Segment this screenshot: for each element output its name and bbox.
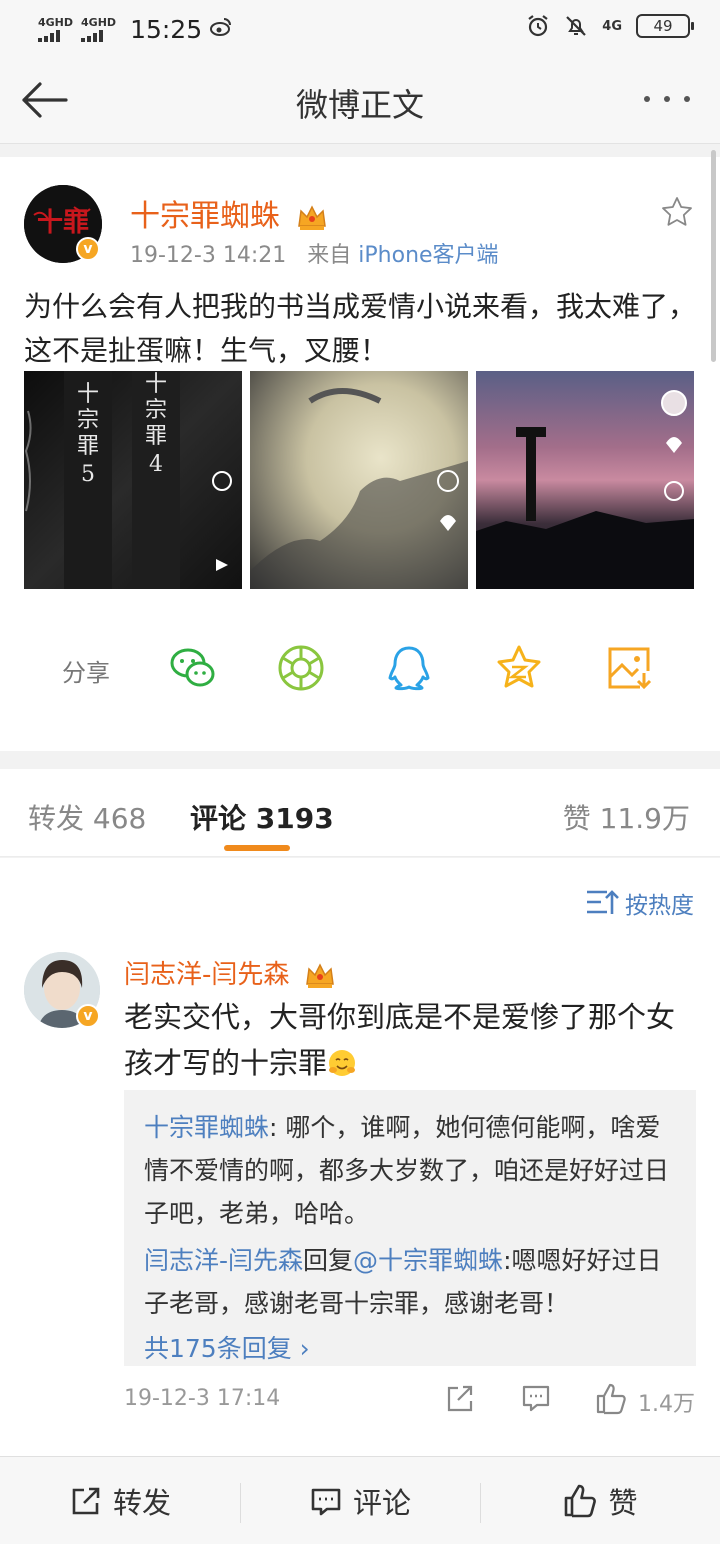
post-image-grid: 十 宗 罪 5 十 宗 罪 4 bbox=[24, 371, 694, 589]
post-image-2[interactable] bbox=[250, 371, 468, 589]
hug-emoji-icon bbox=[329, 1050, 356, 1076]
svg-text:十: 十 bbox=[145, 372, 167, 397]
bottom-action-bar: 转发 评论 赞 bbox=[0, 1456, 720, 1544]
repost-icon bbox=[72, 1487, 100, 1515]
weibo-post-card: 十罪 v 十宗罪蜘蛛 19-12-3 14:21 来自 iPhone客户端 为什… bbox=[0, 157, 720, 751]
svg-text:十罪: 十罪 bbox=[37, 208, 89, 238]
mute-icon bbox=[566, 16, 587, 36]
network-4g-indicator: 4G bbox=[602, 18, 622, 34]
svg-text:罪: 罪 bbox=[77, 434, 99, 459]
post-image-3[interactable] bbox=[476, 371, 694, 589]
battery-indicator: 49 bbox=[636, 14, 694, 38]
svg-text:5: 5 bbox=[81, 462, 95, 487]
author-name[interactable]: 十宗罪蜘蛛 bbox=[130, 191, 328, 235]
weibo-notification-icon bbox=[210, 17, 232, 42]
reply-item: 闫志洋-闫先森回复@十宗罪蜘蛛:嗯嗯好好过日子老哥，感谢老哥十宗罪，感谢老哥！ bbox=[144, 1246, 662, 1318]
top-navigation-bar: 微博正文 bbox=[0, 58, 720, 144]
commenter-verified-badge-icon: v bbox=[76, 1004, 100, 1028]
tab-reposts[interactable]: 转发 468 bbox=[28, 797, 146, 837]
wechat-icon[interactable] bbox=[168, 643, 218, 693]
repost-button[interactable]: 转发 bbox=[0, 1457, 240, 1544]
post-source[interactable]: iPhone客户端 bbox=[358, 243, 498, 268]
comment-date: 19-12-3 17:14 bbox=[124, 1386, 281, 1411]
comment-like-icon[interactable] bbox=[594, 1382, 628, 1416]
active-tab-indicator bbox=[224, 845, 290, 851]
comment-list: 按热度 v 闫志洋-闫先森 老实交代，大哥你到底是不是爱惨了那个女孩才写的十宗罪… bbox=[0, 858, 720, 1456]
clock: 15:25 bbox=[130, 14, 203, 44]
reply-preview-box[interactable]: 十宗罪蜘蛛: 哪个，谁啊，她何德何能啊，啥爱情不爱情的啊，都多大岁数了，咱还是好… bbox=[124, 1090, 696, 1366]
comment-text: 老实交代，大哥你到底是不是爱惨了那个女孩才写的十宗罪 bbox=[124, 1000, 676, 1080]
reply-mention[interactable]: @十宗罪蜘蛛 bbox=[353, 1246, 503, 1275]
scrollbar[interactable] bbox=[711, 150, 716, 362]
reply-author[interactable]: 十宗罪蜘蛛 bbox=[144, 1113, 269, 1142]
sort-by-hot-button[interactable]: 按热度 bbox=[585, 886, 694, 920]
svg-text:十: 十 bbox=[77, 382, 99, 407]
comment-reply-icon[interactable] bbox=[520, 1382, 552, 1414]
like-button[interactable]: 赞 bbox=[480, 1457, 720, 1544]
svg-text:罪: 罪 bbox=[145, 424, 167, 449]
post-interaction-tabs: 转发 468 评论 3193 赞 11.9万 bbox=[0, 769, 720, 857]
verified-badge-icon: v bbox=[76, 237, 100, 261]
comment-icon bbox=[311, 1488, 341, 1516]
vip-crown-icon bbox=[297, 204, 326, 230]
page-title: 微博正文 bbox=[295, 86, 424, 124]
favorite-star-icon[interactable] bbox=[660, 195, 694, 229]
post-content: 为什么会有人把我的书当成爱情小说来看，我太难了，这不是扯蛋嘛！生气，叉腰！ bbox=[24, 290, 697, 367]
commenter-name[interactable]: 闫志洋-闫先森 bbox=[124, 954, 336, 991]
tab-likes[interactable]: 赞 11.9万 bbox=[563, 797, 690, 837]
status-bar: 4GHD 4GHD 15:25 4G 49 bbox=[0, 0, 720, 58]
svg-text:宗: 宗 bbox=[145, 398, 167, 423]
source-prefix: 来自 bbox=[307, 243, 352, 268]
post-image-1[interactable]: 十 宗 罪 5 十 宗 罪 4 bbox=[24, 371, 242, 589]
tab-comments[interactable]: 评论 3193 bbox=[190, 797, 334, 837]
svg-text:4: 4 bbox=[149, 452, 163, 477]
repost-label: 转发 bbox=[112, 1486, 171, 1520]
sort-icon bbox=[587, 890, 619, 914]
more-options-icon[interactable] bbox=[644, 96, 690, 102]
post-date: 19-12-3 14:21 bbox=[130, 243, 287, 268]
comment-button[interactable]: 评论 bbox=[240, 1457, 480, 1544]
share-row: 分享 bbox=[0, 627, 720, 707]
moments-icon[interactable] bbox=[276, 643, 326, 693]
signal-indicator-1: 4GHD bbox=[38, 17, 73, 42]
comment-repost-icon[interactable] bbox=[444, 1382, 476, 1414]
qq-icon[interactable] bbox=[384, 643, 434, 693]
alarm-icon bbox=[528, 15, 548, 37]
like-label: 赞 bbox=[608, 1486, 638, 1520]
comment-label: 评论 bbox=[352, 1486, 411, 1520]
comment-like-count: 1.4万 bbox=[638, 1392, 695, 1417]
save-image-icon[interactable] bbox=[604, 643, 654, 693]
signal-indicator-2: 4GHD bbox=[81, 17, 116, 42]
comment-footer: 19-12-3 17:14 1.4万 bbox=[124, 1383, 696, 1418]
qzone-icon[interactable] bbox=[494, 643, 544, 693]
sort-label: 按热度 bbox=[625, 893, 694, 919]
share-label: 分享 bbox=[62, 659, 110, 687]
reply-item: 十宗罪蜘蛛: 哪个，谁啊，她何德何能啊，啥爱情不爱情的啊，都多大岁数了，咱还是好… bbox=[144, 1113, 670, 1228]
vip-crown-icon bbox=[305, 962, 334, 988]
view-all-replies-link[interactable]: 共175条回复 › bbox=[144, 1327, 676, 1370]
svg-text:宗: 宗 bbox=[77, 408, 99, 433]
like-icon bbox=[565, 1484, 597, 1518]
reply-author[interactable]: 闫志洋-闫先森 bbox=[144, 1246, 303, 1275]
post-meta: 19-12-3 14:21 来自 iPhone客户端 bbox=[130, 237, 499, 269]
